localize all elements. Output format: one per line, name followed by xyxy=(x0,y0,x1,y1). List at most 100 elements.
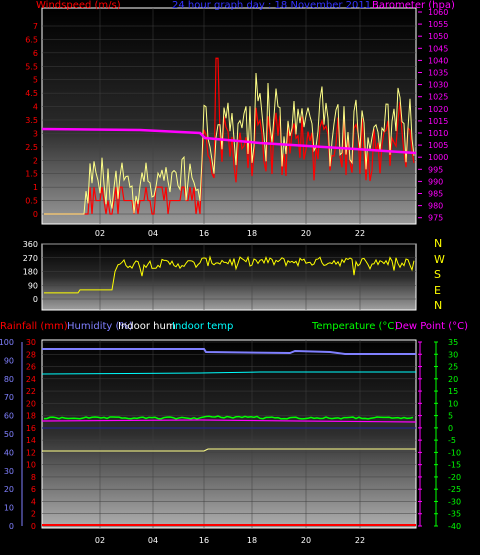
baro-tick-label: 985 xyxy=(428,190,443,199)
weather-graphs: 76.565.554.543.532.521.510.5002 04 16 18 20 2… xyxy=(0,7,461,545)
x-tick-label: 18 xyxy=(247,229,257,238)
temp-tick-label: -15 xyxy=(448,461,461,470)
baro-tick-label: 1030 xyxy=(428,81,448,90)
temp-tick-label: 25 xyxy=(448,363,458,372)
baro-tick-label: 1010 xyxy=(428,129,448,138)
humidity-tick-label: 10 xyxy=(4,504,14,513)
temp-tick-label: -40 xyxy=(448,522,461,531)
x-tick-label: 04 xyxy=(148,229,158,238)
wind-tick-label: 5 xyxy=(33,76,38,85)
windspeed-axis-label: Windspeed (m/s) xyxy=(36,0,121,11)
wind-tick-label: 2.5 xyxy=(25,143,38,152)
compass-label: S xyxy=(434,268,441,281)
rainfall-axis-label: Rainfall (mm) xyxy=(0,321,68,332)
dew-point-axis-label: Dew Point (°C) xyxy=(395,321,469,332)
indoor-hum-label: Indoor hum xyxy=(118,321,176,332)
humidity-tick-label: 100 xyxy=(0,338,14,347)
baro-tick-label: 1035 xyxy=(428,69,448,78)
baro-tick-label: 1025 xyxy=(428,93,448,102)
wind-tick-label: 6 xyxy=(33,49,38,58)
x-tick-label-bottom: 20 xyxy=(301,536,311,545)
barometer-axis-label: Barometer (hpa) xyxy=(372,0,455,11)
baro-tick-label: 1015 xyxy=(428,117,448,126)
baro-tick-label: 975 xyxy=(428,214,443,223)
temp-tick-label: -35 xyxy=(448,510,461,519)
direction-tick-label: 0 xyxy=(33,295,38,304)
x-tick-label-bottom: 02 xyxy=(95,536,105,545)
wind-tick-label: 1.5 xyxy=(25,170,38,179)
direction-tick-label: 360 xyxy=(23,240,38,249)
rain-tick-label: 20 xyxy=(26,399,36,408)
rain-tick-label: 10 xyxy=(26,461,36,470)
baro-tick-label: 1050 xyxy=(428,32,448,41)
temp-tick-label: 30 xyxy=(448,350,458,359)
rain-tick-label: 18 xyxy=(26,412,36,421)
baro-tick-label: 1020 xyxy=(428,105,448,114)
temp-tick-label: -10 xyxy=(448,448,461,457)
wind-tick-label: 0 xyxy=(33,210,38,219)
wind-tick-label: 0.5 xyxy=(25,197,38,206)
x-tick-label: 02 xyxy=(95,229,105,238)
baro-tick-label: 995 xyxy=(428,165,443,174)
graph-title: 24 hour graph day : 18 November 2011 xyxy=(172,0,372,11)
indoor-temp-label: Indoor temp xyxy=(172,321,234,332)
temp-tick-label: -30 xyxy=(448,497,461,506)
humidity-tick-label: 20 xyxy=(4,485,14,494)
baro-tick-label: 1000 xyxy=(428,153,448,162)
temp-tick-label: 35 xyxy=(448,338,458,347)
temp-tick-label: 5 xyxy=(448,412,453,421)
wind-tick-label: 4.5 xyxy=(25,89,38,98)
humidity-tick-label: 80 xyxy=(4,375,14,384)
baro-tick-label: 990 xyxy=(428,177,443,186)
rain-tick-label: 26 xyxy=(26,363,36,372)
humidity-tick-label: 0 xyxy=(9,522,14,531)
rain-tick-label: 24 xyxy=(26,375,36,384)
humidity-tick-label: 70 xyxy=(4,393,14,402)
rain-tick-label: 2 xyxy=(31,510,36,519)
temperature-axis-label: Temperature (°C) xyxy=(312,321,399,332)
rain-tick-label: 30 xyxy=(26,338,36,347)
temp-tick-label: 15 xyxy=(448,387,458,396)
rain-tick-label: 0 xyxy=(31,522,36,531)
baro-tick-label: 1005 xyxy=(428,141,448,150)
x-tick-label-bottom: 22 xyxy=(355,536,365,545)
wind-tick-label: 3 xyxy=(33,129,38,138)
x-tick-label: 16 xyxy=(199,229,209,238)
temp-tick-label: 0 xyxy=(448,424,453,433)
humidity-tick-label: 50 xyxy=(4,430,14,439)
wind-tick-label: 3.5 xyxy=(25,116,38,125)
humidity-tick-label: 40 xyxy=(4,448,14,457)
rain-tick-label: 4 xyxy=(31,497,36,506)
temp-tick-label: 20 xyxy=(448,375,458,384)
rain-tick-label: 28 xyxy=(26,350,36,359)
compass-label: N xyxy=(434,237,443,250)
x-tick-label-bottom: 04 xyxy=(148,536,158,545)
temp-tick-label: -20 xyxy=(448,473,461,482)
rain-tick-label: 16 xyxy=(26,424,36,433)
direction-tick-label: 270 xyxy=(23,254,38,263)
direction-tick-label: 90 xyxy=(28,281,38,290)
compass-label: N xyxy=(434,299,443,312)
direction-tick-label: 180 xyxy=(23,268,38,277)
temp-tick-label: -5 xyxy=(448,436,456,445)
rain-tick-label: 12 xyxy=(26,448,36,457)
rain-tick-label: 6 xyxy=(31,485,36,494)
x-tick-label-bottom: 16 xyxy=(199,536,209,545)
wind-tick-label: 5.5 xyxy=(25,62,38,71)
wind-tick-label: 4 xyxy=(33,103,38,112)
baro-tick-label: 1040 xyxy=(428,56,448,65)
x-tick-label: 20 xyxy=(301,229,311,238)
baro-tick-label: 1055 xyxy=(428,20,448,29)
compass-label: W xyxy=(434,252,445,266)
rain-tick-label: 22 xyxy=(26,387,36,396)
wind-tick-label: 1 xyxy=(33,183,38,192)
wind-tick-label: 6.5 xyxy=(25,35,38,44)
humidity-tick-label: 30 xyxy=(4,467,14,476)
temp-tick-label: -25 xyxy=(448,485,461,494)
x-tick-label: 22 xyxy=(355,229,365,238)
wind-tick-label: 2 xyxy=(33,156,38,165)
humidity-tick-label: 60 xyxy=(4,412,14,421)
baro-tick-label: 980 xyxy=(428,202,443,211)
rain-tick-label: 14 xyxy=(26,436,36,445)
rain-tick-label: 8 xyxy=(31,473,36,482)
